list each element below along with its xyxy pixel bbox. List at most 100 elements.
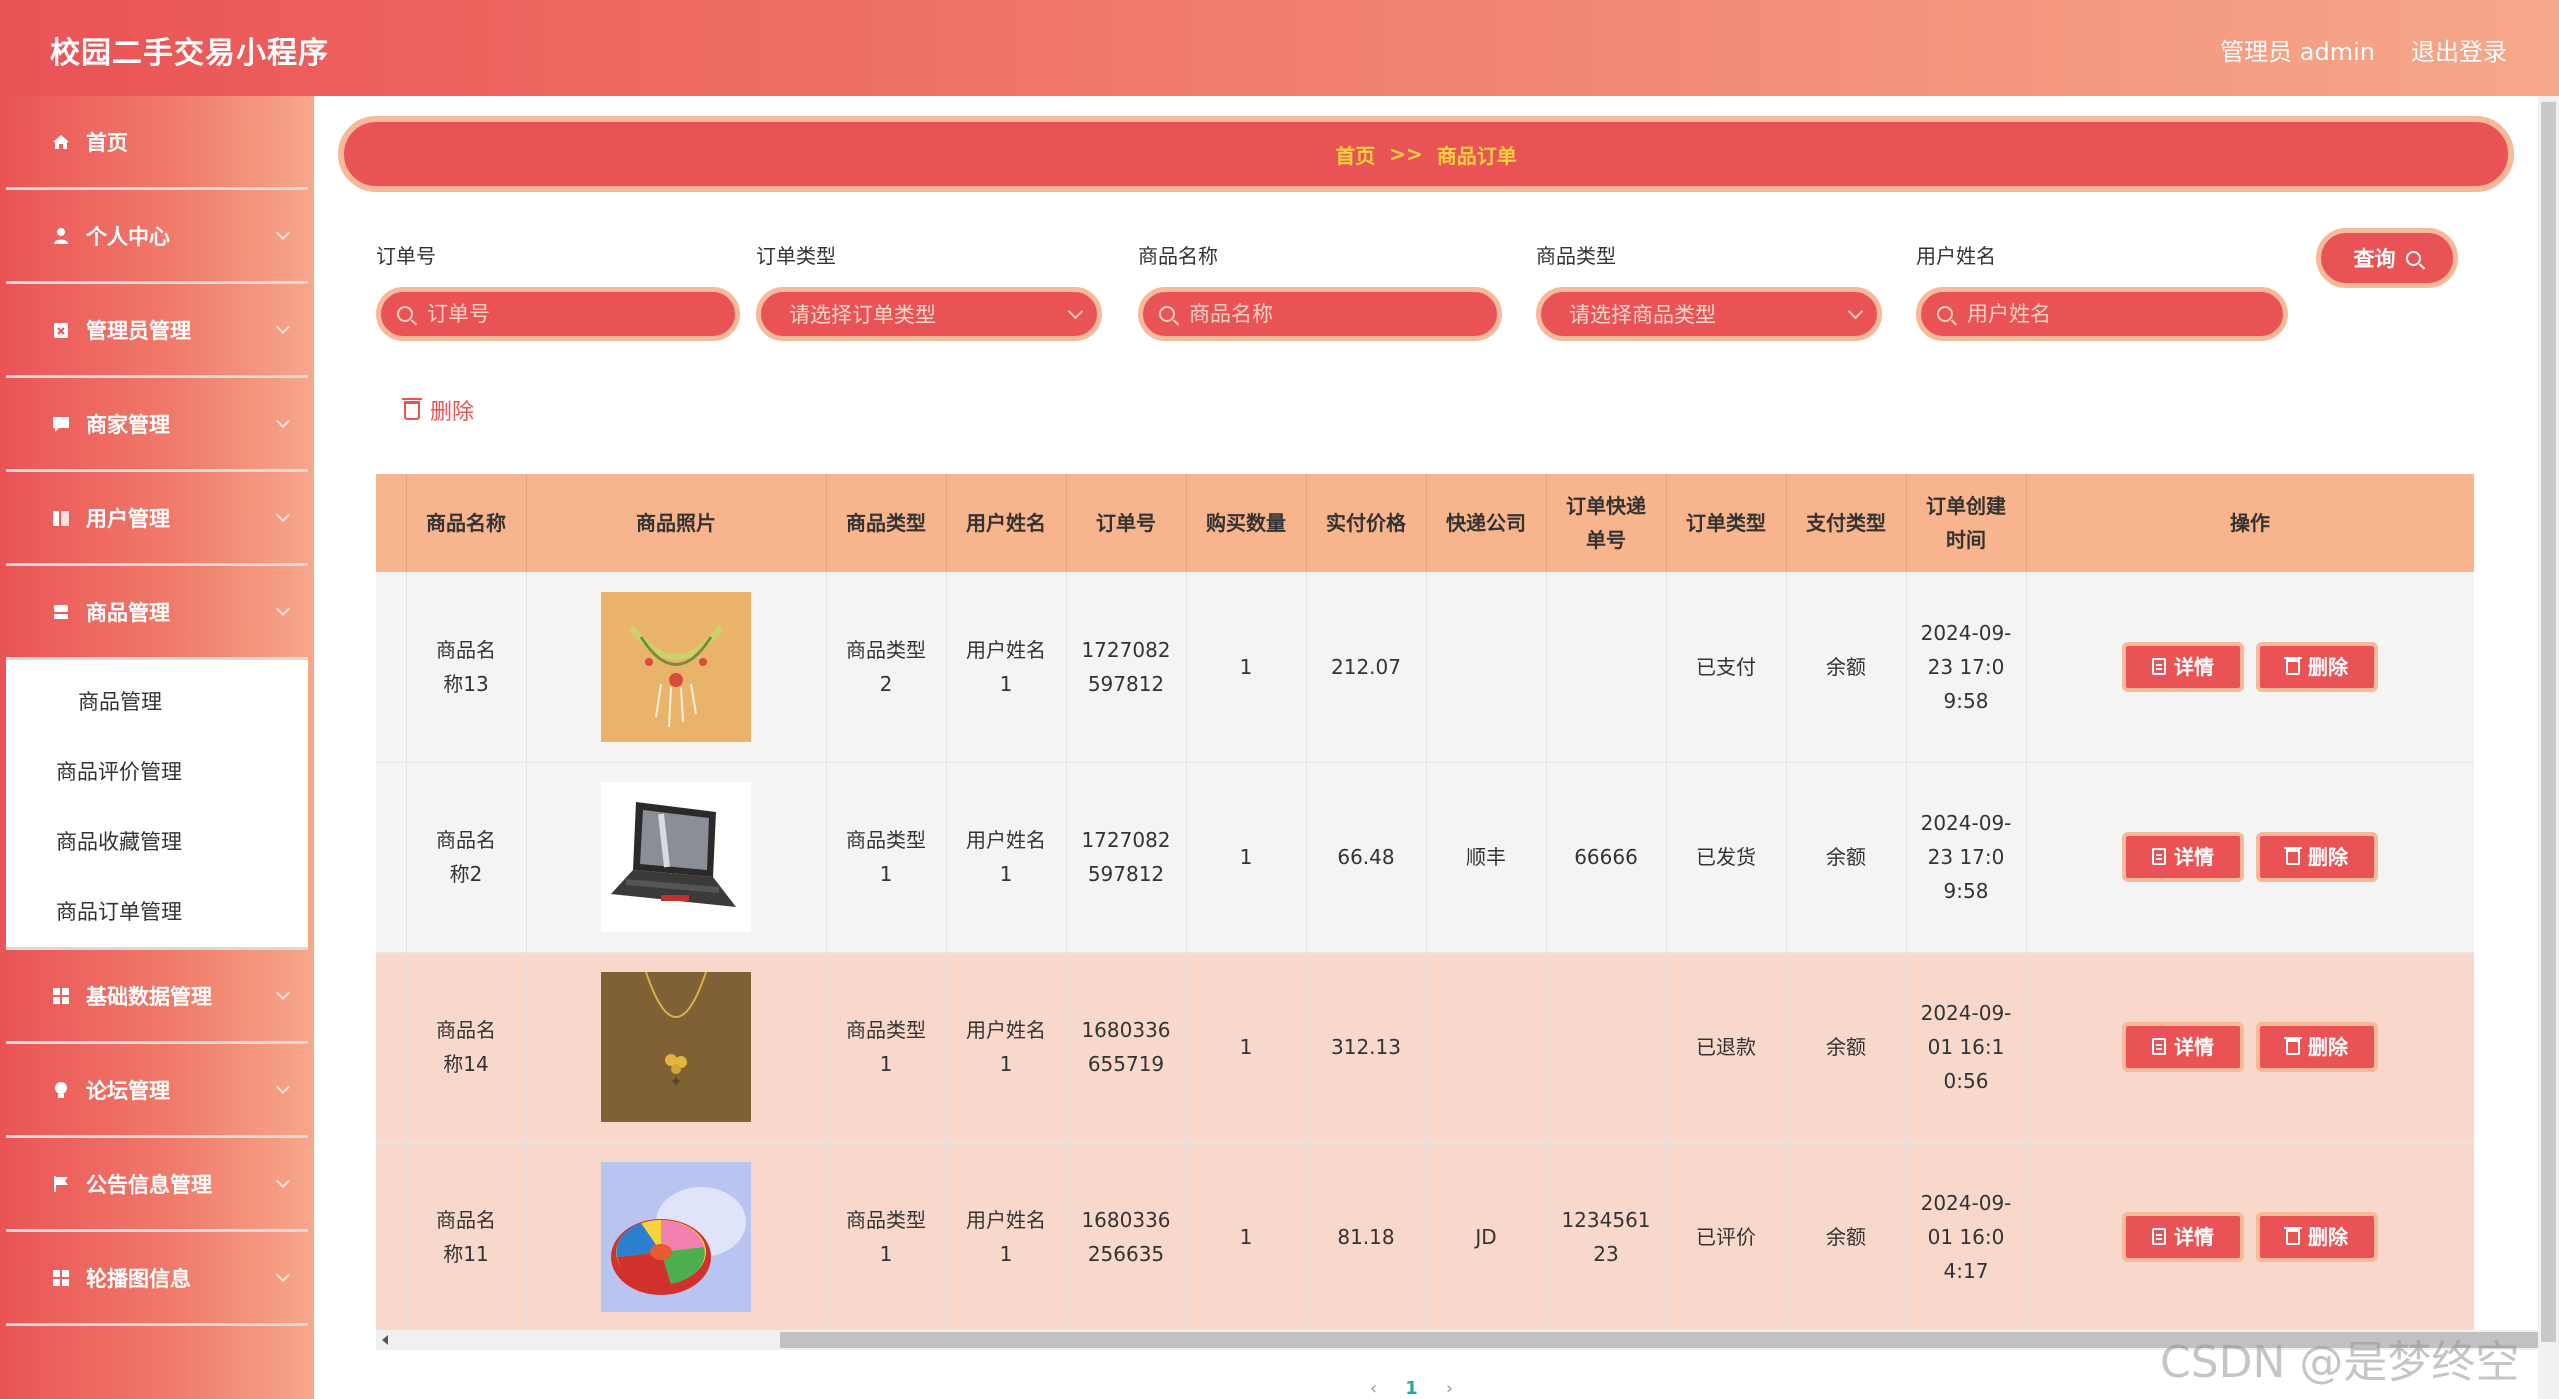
sidebar-item-admin[interactable]: 管理员管理 (6, 284, 308, 378)
sidebar-item-goods[interactable]: 商品管理 (6, 566, 308, 660)
submenu-item-favorites[interactable]: 商品收藏管理 (6, 806, 308, 876)
order-no-cell: 1727082597812 (1066, 572, 1187, 762)
watermark: CSDN @是梦终空 (2160, 1337, 2520, 1388)
order-no-input[interactable] (427, 302, 698, 326)
sidebar-item-basedata[interactable]: 基础数据管理 (6, 950, 308, 1044)
user-name-cell: 用户姓名1 (946, 762, 1067, 952)
sidebar-item-carousel[interactable]: 轮播图信息 (6, 1232, 308, 1326)
delete-button[interactable]: 删除 (2256, 832, 2378, 883)
user-icon (50, 225, 72, 247)
breadcrumb-separator: >> (1389, 142, 1423, 166)
page-number[interactable]: 1 (1405, 1378, 1418, 1399)
orders-table-wrap: 商品名称 商品照片 商品类型 用户姓名 订单号 购买数量 实付价格 快递公司 订… (376, 474, 2474, 1330)
table-row: 商品名称13 商品类型2 用户姓名1 1727082597812 1 212.07 已支付余… (376, 572, 2474, 762)
admin-user-label[interactable]: 管理员 admin (2220, 32, 2375, 67)
column-header: 订单类型 (1666, 474, 1787, 572)
row-select-cell[interactable] (376, 952, 407, 1142)
sidebar-item-label: 管理员管理 (86, 318, 191, 343)
trash-icon (2284, 657, 2302, 675)
goods-submenu: 商品管理 商品评价管理 商品收藏管理 商品订单管理 (6, 660, 308, 950)
goods-photo[interactable] (601, 1162, 751, 1312)
delete-button[interactable]: 删除 (2256, 1212, 2378, 1263)
row-select-cell[interactable] (376, 1142, 407, 1330)
goods-photo-cell: ✦ (526, 952, 827, 1142)
express-company-cell: 顺丰 (1426, 762, 1547, 952)
chevron-down-icon (275, 1267, 291, 1283)
order-type-label: 订单类型 (756, 244, 836, 268)
row-select-cell[interactable] (376, 762, 407, 952)
pagination: ‹ 1 › (1370, 1378, 1453, 1399)
goods-photo[interactable]: ✦ (601, 972, 751, 1122)
goods-icon (50, 601, 72, 623)
sidebar-item-notice[interactable]: 公告信息管理 (6, 1138, 308, 1232)
goods-type-select[interactable]: 请选择商品类型 (1536, 287, 1882, 341)
delete-label: 删除 (2308, 655, 2348, 679)
trash-icon (402, 397, 422, 420)
sidebar-item-merchant[interactable]: 商家管理 (6, 378, 308, 472)
select-column-header[interactable] (376, 474, 407, 572)
user-name-cell: 用户姓名1 (946, 952, 1067, 1142)
svg-text:✦: ✦ (669, 1072, 682, 1091)
delete-label: 删除 (2308, 1225, 2348, 1250)
express-no-cell: 66666 (1546, 762, 1667, 952)
created-time-cell: 2024-09-01 16:10:56 (1906, 952, 2027, 1142)
quantity-cell: 1 (1186, 762, 1307, 952)
detail-button[interactable]: 详情 (2122, 1211, 2244, 1262)
express-no-cell: 123456123 (1546, 1142, 1667, 1330)
chevron-down-icon (275, 507, 291, 523)
batch-delete-button[interactable]: 删除 (402, 394, 474, 426)
user-name-cell: 用户姓名1 (946, 572, 1067, 762)
submenu-item-reviews[interactable]: 商品评价管理 (6, 736, 308, 806)
detail-button[interactable]: 详情 (2122, 641, 2244, 692)
quantity-cell: 1 (1186, 572, 1307, 762)
table-row: 商品名称11 商品类型1 用户姓名1 1680336256635 1 81.18 JD 123… (376, 1142, 2474, 1330)
detail-button[interactable]: 详情 (2122, 831, 2244, 882)
query-button[interactable]: 查询 (2316, 228, 2458, 288)
sidebar-item-users[interactable]: 用户管理 (6, 472, 308, 566)
order-type-placeholder: 请选择订单类型 (789, 303, 936, 327)
search-form: 订单号 订单类型 请选择订单类型 商品名称 商品类型 请选择商品类型 用户姓名 (376, 240, 2516, 350)
detail-button[interactable]: 详情 (2122, 1021, 2244, 1072)
goods-type-cell: 商品类型1 (826, 952, 947, 1142)
vertical-scrollbar-thumb[interactable] (2541, 102, 2556, 1342)
orders-table: 商品名称 商品照片 商品类型 用户姓名 订单号 购买数量 实付价格 快递公司 订… (376, 474, 2474, 1330)
vertical-scrollbar[interactable] (2538, 96, 2559, 1399)
scroll-left-icon[interactable] (382, 1335, 388, 1345)
sidebar-item-label: 公告信息管理 (86, 1172, 212, 1197)
goods-type-cell: 商品类型2 (826, 572, 947, 762)
express-company-cell (1426, 952, 1547, 1142)
row-select-cell[interactable] (376, 572, 407, 762)
breadcrumb-home[interactable]: 首页 (1335, 140, 1375, 169)
document-icon (2152, 1038, 2166, 1056)
goods-photo[interactable] (601, 591, 751, 742)
chevron-down-icon (275, 413, 291, 429)
grid-icon (50, 1267, 72, 1289)
trash-icon (2284, 847, 2302, 866)
created-time-cell: 2024-09-23 17:09:58 (1906, 762, 2027, 952)
express-no-cell (1546, 952, 1667, 1142)
document-icon (2152, 1228, 2166, 1246)
goods-name-cell: 商品名称14 (406, 952, 527, 1142)
detail-label: 详情 (2174, 654, 2214, 679)
delete-button[interactable]: 删除 (2256, 642, 2378, 692)
sidebar-item-profile[interactable]: 个人中心 (6, 190, 308, 284)
sidebar-item-forum[interactable]: 论坛管理 (6, 1044, 308, 1138)
app-title: 校园二手交易小程序 (50, 36, 329, 71)
prev-page-button[interactable]: ‹ (1370, 1378, 1377, 1399)
order-type-select[interactable]: 请选择订单类型 (756, 287, 1102, 341)
logout-button[interactable]: 退出登录 (2411, 32, 2507, 67)
goods-name-input[interactable] (1189, 302, 1460, 326)
sidebar-item-label: 商家管理 (86, 412, 170, 437)
submenu-item-orders[interactable]: 商品订单管理 (6, 876, 308, 946)
user-name-input[interactable] (1967, 302, 2244, 326)
pay-type-cell: 余额 (1786, 572, 1907, 762)
chat-icon (50, 413, 72, 435)
goods-type-label: 商品类型 (1536, 244, 1616, 268)
sidebar-item-label: 首页 (86, 130, 128, 155)
delete-button[interactable]: 删除 (2256, 1022, 2378, 1073)
goods-photo[interactable] (601, 782, 751, 932)
sidebar-item-home[interactable]: 首页 (6, 96, 308, 190)
sidebar-item-label: 用户管理 (86, 506, 170, 531)
next-page-button[interactable]: › (1446, 1378, 1453, 1399)
submenu-item-goods[interactable]: 商品管理 (6, 666, 308, 736)
